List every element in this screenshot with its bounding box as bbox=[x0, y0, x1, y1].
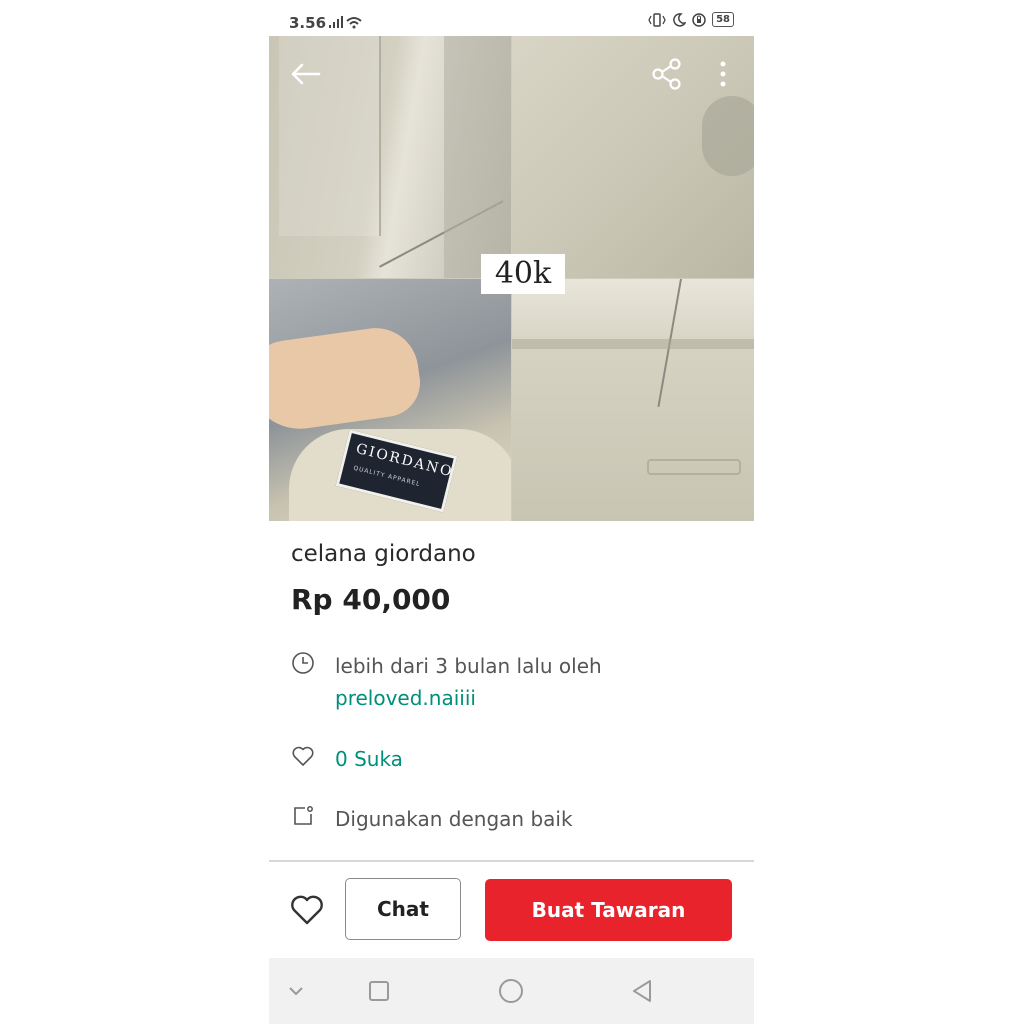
rotation-lock-icon bbox=[692, 12, 706, 27]
chat-button[interactable]: Chat bbox=[345, 878, 461, 940]
system-nav-bar bbox=[269, 958, 754, 1024]
back-arrow-icon bbox=[291, 63, 321, 85]
nav-back-button[interactable] bbox=[629, 978, 655, 1004]
product-title: celana giordano bbox=[291, 541, 476, 567]
status-icons: 58 bbox=[648, 12, 734, 27]
battery-icon: 58 bbox=[712, 12, 734, 27]
heart-icon bbox=[291, 895, 323, 925]
nav-recents-button[interactable] bbox=[366, 978, 392, 1004]
triangle-back-icon bbox=[633, 980, 651, 1002]
chevron-down-icon bbox=[289, 987, 303, 996]
condition-tag-icon bbox=[294, 806, 313, 825]
status-bar: 3.56 58 bbox=[269, 0, 754, 36]
hand bbox=[269, 322, 425, 436]
condition-text: Digunakan dengan baik bbox=[335, 807, 573, 831]
photo-bottom-right bbox=[512, 279, 754, 521]
price-overlay: 40k bbox=[481, 254, 565, 294]
posted-info: lebih dari 3 bulan lalu oleh preloved.na… bbox=[291, 650, 602, 714]
app-screen: 3.56 58 GIORDANO QUALITY APPAREL 40k cel… bbox=[269, 0, 754, 1024]
make-offer-button[interactable]: Buat Tawaran bbox=[485, 879, 732, 941]
back-button[interactable] bbox=[285, 54, 325, 94]
share-icon bbox=[652, 58, 681, 90]
product-image[interactable]: GIORDANO QUALITY APPAREL 40k bbox=[269, 36, 754, 521]
share-button[interactable] bbox=[647, 54, 687, 94]
condition-info: Digunakan dengan baik bbox=[291, 803, 573, 835]
divider bbox=[269, 860, 754, 862]
more-options-button[interactable] bbox=[703, 54, 743, 94]
product-price: Rp 40,000 bbox=[291, 583, 451, 616]
clock-icon bbox=[292, 652, 314, 674]
likes-count[interactable]: 0 Suka bbox=[335, 743, 403, 775]
vibrate-icon bbox=[648, 12, 666, 27]
seller-link[interactable]: preloved.naiiii bbox=[335, 682, 602, 714]
like-button[interactable] bbox=[289, 892, 325, 928]
pocket-detail bbox=[647, 459, 741, 475]
nav-hide-button[interactable] bbox=[283, 978, 309, 1004]
posted-time: lebih dari 3 bulan lalu oleh bbox=[335, 654, 602, 678]
square-icon bbox=[369, 981, 389, 1001]
likes-info: 0 Suka bbox=[291, 743, 403, 775]
signal-icon bbox=[329, 14, 363, 33]
heart-icon bbox=[292, 746, 314, 766]
status-time: 3.56 bbox=[289, 14, 327, 32]
circle-icon bbox=[499, 979, 523, 1003]
nav-home-button[interactable] bbox=[498, 978, 524, 1004]
more-vertical-icon bbox=[720, 61, 726, 87]
photo-bottom-left: GIORDANO QUALITY APPAREL bbox=[269, 279, 511, 521]
moon-icon bbox=[673, 12, 687, 27]
